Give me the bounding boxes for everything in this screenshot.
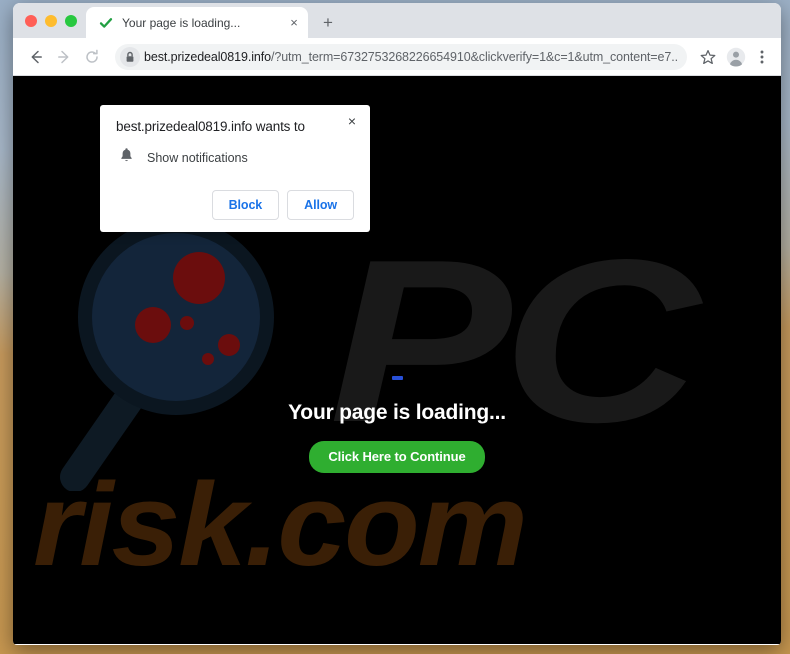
reload-icon[interactable] <box>79 44 105 70</box>
permission-row: Show notifications <box>116 147 354 168</box>
close-window-button[interactable] <box>25 14 37 27</box>
page-viewport: PC risk.com Your page is loading... Clic… <box>13 76 781 644</box>
loading-block: Your page is loading... Click Here to Co… <box>13 376 781 473</box>
url-host: best.prizedeal0819.info <box>144 49 271 64</box>
maximize-window-button[interactable] <box>65 14 77 27</box>
avatar-icon[interactable] <box>723 44 749 70</box>
star-icon[interactable] <box>695 44 721 70</box>
green-check-icon <box>98 15 114 31</box>
click-here-to-continue-button[interactable]: Click Here to Continue <box>309 441 485 473</box>
dialog-title: best.prizedeal0819.info wants to <box>116 119 305 134</box>
lock-icon[interactable] <box>119 46 141 68</box>
loading-spinner <box>391 376 403 380</box>
window-traffic-lights <box>13 3 86 38</box>
allow-button[interactable]: Allow <box>287 190 354 220</box>
forward-arrow-icon[interactable] <box>51 44 77 70</box>
tab-strip: Your page is loading... × + <box>13 3 781 38</box>
url-path: /?utm_term=6732753268226654910&clickveri… <box>270 49 677 64</box>
loading-heading: Your page is loading... <box>288 401 506 424</box>
tab-title: Your page is loading... <box>122 15 241 30</box>
new-tab-button[interactable]: + <box>314 8 342 36</box>
three-dot-menu-icon[interactable] <box>751 44 773 70</box>
browser-tab-active[interactable]: Your page is loading... × <box>86 7 308 38</box>
close-icon[interactable]: × <box>344 113 360 129</box>
block-button[interactable]: Block <box>211 190 280 220</box>
desktop-background: Your page is loading... × + best.prizede… <box>0 0 790 654</box>
url-text: best.prizedeal0819.info/?utm_term=673275… <box>144 50 677 64</box>
address-bar[interactable]: best.prizedeal0819.info/?utm_term=673275… <box>115 43 687 70</box>
dialog-actions: Block Allow <box>116 190 354 220</box>
browser-toolbar: best.prizedeal0819.info/?utm_term=673275… <box>13 38 781 76</box>
watermark-risk-text: risk.com <box>33 459 528 591</box>
back-arrow-icon[interactable] <box>23 44 49 70</box>
notification-permission-dialog: × best.prizedeal0819.info wants to Show … <box>100 105 370 232</box>
close-tab-icon[interactable]: × <box>286 15 302 31</box>
permission-label: Show notifications <box>147 150 248 165</box>
browser-window: Your page is loading... × + best.prizede… <box>13 3 781 645</box>
bell-icon <box>119 147 134 168</box>
minimize-window-button[interactable] <box>45 14 57 27</box>
